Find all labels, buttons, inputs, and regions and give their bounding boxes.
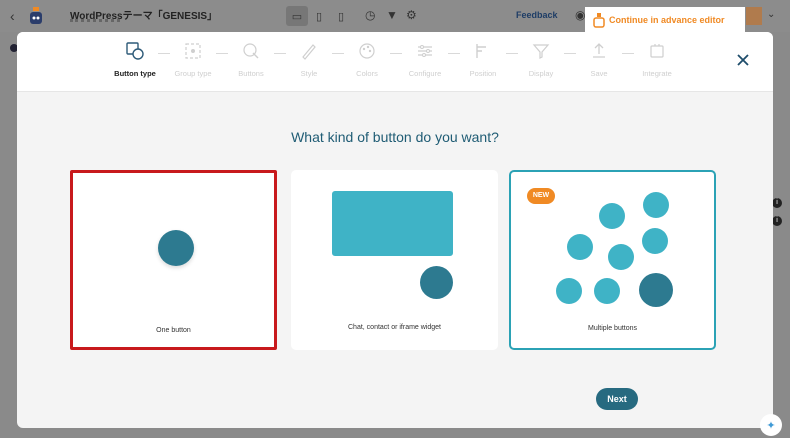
button-type-icon (125, 41, 145, 61)
gear-icon[interactable]: ⚙ (406, 8, 417, 22)
button-preview-icon (643, 192, 669, 218)
desktop-icon[interactable]: ▭ (286, 6, 308, 26)
close-icon (737, 54, 749, 66)
info-icon[interactable]: i (772, 216, 782, 226)
step-connector (564, 53, 576, 54)
wizard-step-style[interactable]: Style (286, 41, 332, 78)
wizard-step-save[interactable]: Save (576, 41, 622, 78)
step-connector (390, 53, 402, 54)
option-label: Chat, contact or iframe widget (348, 324, 441, 331)
step-connector (158, 53, 170, 54)
avatar[interactable] (746, 7, 762, 25)
button-preview-icon (158, 230, 194, 266)
configure-icon (415, 41, 435, 61)
wizard-question: What kind of button do you want? (291, 129, 499, 145)
wizard-step-integrate[interactable]: Integrate (634, 41, 680, 78)
back-arrow-icon[interactable]: ‹ (10, 8, 15, 24)
wizard-step-display[interactable]: Display (518, 41, 564, 78)
save-icon (589, 41, 609, 61)
advance-editor-button[interactable]: Continue in advance editor (585, 7, 745, 33)
display-icon (531, 41, 551, 61)
eye-icon[interactable]: ◉ (575, 8, 585, 22)
button-preview-icon (567, 234, 593, 260)
wizard-step-position[interactable]: Position (460, 41, 506, 78)
step-connector (332, 53, 344, 54)
colors-icon (357, 41, 377, 61)
side-info-icons: i i (772, 198, 782, 226)
feedback-link[interactable]: Feedback (516, 10, 558, 20)
wizard-step-label: Button type (114, 69, 156, 78)
advance-editor-label: Continue in advance editor (609, 15, 725, 25)
option-label: Multiple buttons (587, 325, 638, 332)
wizard-step-label: Save (590, 69, 608, 78)
help-sparkle-icon[interactable]: ✦ (760, 414, 782, 436)
wizard-step-label: Position (469, 69, 497, 78)
wizard-step-button-type[interactable]: Button type (112, 41, 158, 78)
app-subtitle (70, 19, 120, 23)
chevron-down-icon[interactable]: ⌄ (767, 9, 775, 20)
clock-icon[interactable]: ◷ (365, 8, 375, 22)
button-preview-icon (608, 244, 634, 270)
option-chat-widget[interactable]: Chat, contact or iframe widget (291, 170, 498, 350)
new-badge: NEW (527, 188, 555, 204)
button-preview-icon (599, 203, 625, 229)
step-connector (274, 53, 286, 54)
device-switcher: ▭ ▯ ▯ (286, 6, 352, 26)
wizard-step-label: Integrate (642, 69, 672, 78)
button-preview-icon (420, 266, 453, 299)
option-multiple-buttons[interactable]: NEW Multiple buttons (509, 170, 716, 350)
integrate-icon (647, 41, 667, 61)
app-topbar: ‹ WordPressテーマ「GENESIS」 ▭ ▯ ▯ ◷ ▼ ⚙ Feed… (0, 0, 790, 33)
option-label: One button (156, 327, 191, 334)
step-connector (622, 53, 634, 54)
wizard-step-colors[interactable]: Colors (344, 41, 390, 78)
buttons-icon (241, 41, 261, 61)
wizard-step-label: Display (528, 69, 554, 78)
wizard-modal: Button type Group type Buttons Style Colors C… (17, 32, 773, 428)
option-one-button[interactable]: One button (70, 170, 277, 350)
bot-icon (593, 13, 605, 28)
filter-icon[interactable]: ▼ (386, 8, 398, 22)
wizard-steps: Button type Group type Buttons Style Colors C… (112, 41, 680, 78)
wizard-step-label: Buttons (238, 69, 264, 78)
app-logo-icon (30, 7, 42, 24)
wizard-step-label: Configure (408, 69, 442, 78)
step-connector (448, 53, 460, 54)
button-preview-icon (642, 228, 668, 254)
wizard-step-configure[interactable]: Configure (402, 41, 448, 78)
next-button[interactable]: Next (596, 388, 638, 410)
style-icon (299, 41, 319, 61)
wizard-step-group-type[interactable]: Group type (170, 41, 216, 78)
tablet-icon[interactable]: ▯ (308, 6, 330, 26)
wizard-step-buttons[interactable]: Buttons (228, 41, 274, 78)
button-preview-icon (594, 278, 620, 304)
wizard-step-label: Colors (356, 69, 378, 78)
wizard-step-label: Group type (174, 69, 212, 78)
info-icon[interactable]: i (772, 198, 782, 208)
step-connector (506, 53, 518, 54)
button-preview-icon (639, 273, 673, 307)
step-connector (216, 53, 228, 54)
button-preview-icon (556, 278, 582, 304)
wizard-step-label: Style (300, 69, 318, 78)
wizard-header: Button type Group type Buttons Style Colors C… (17, 32, 773, 92)
position-icon (473, 41, 493, 61)
close-button[interactable] (733, 50, 753, 70)
group-type-icon (183, 41, 203, 61)
widget-preview-icon (332, 191, 453, 256)
mobile-icon[interactable]: ▯ (330, 6, 352, 26)
